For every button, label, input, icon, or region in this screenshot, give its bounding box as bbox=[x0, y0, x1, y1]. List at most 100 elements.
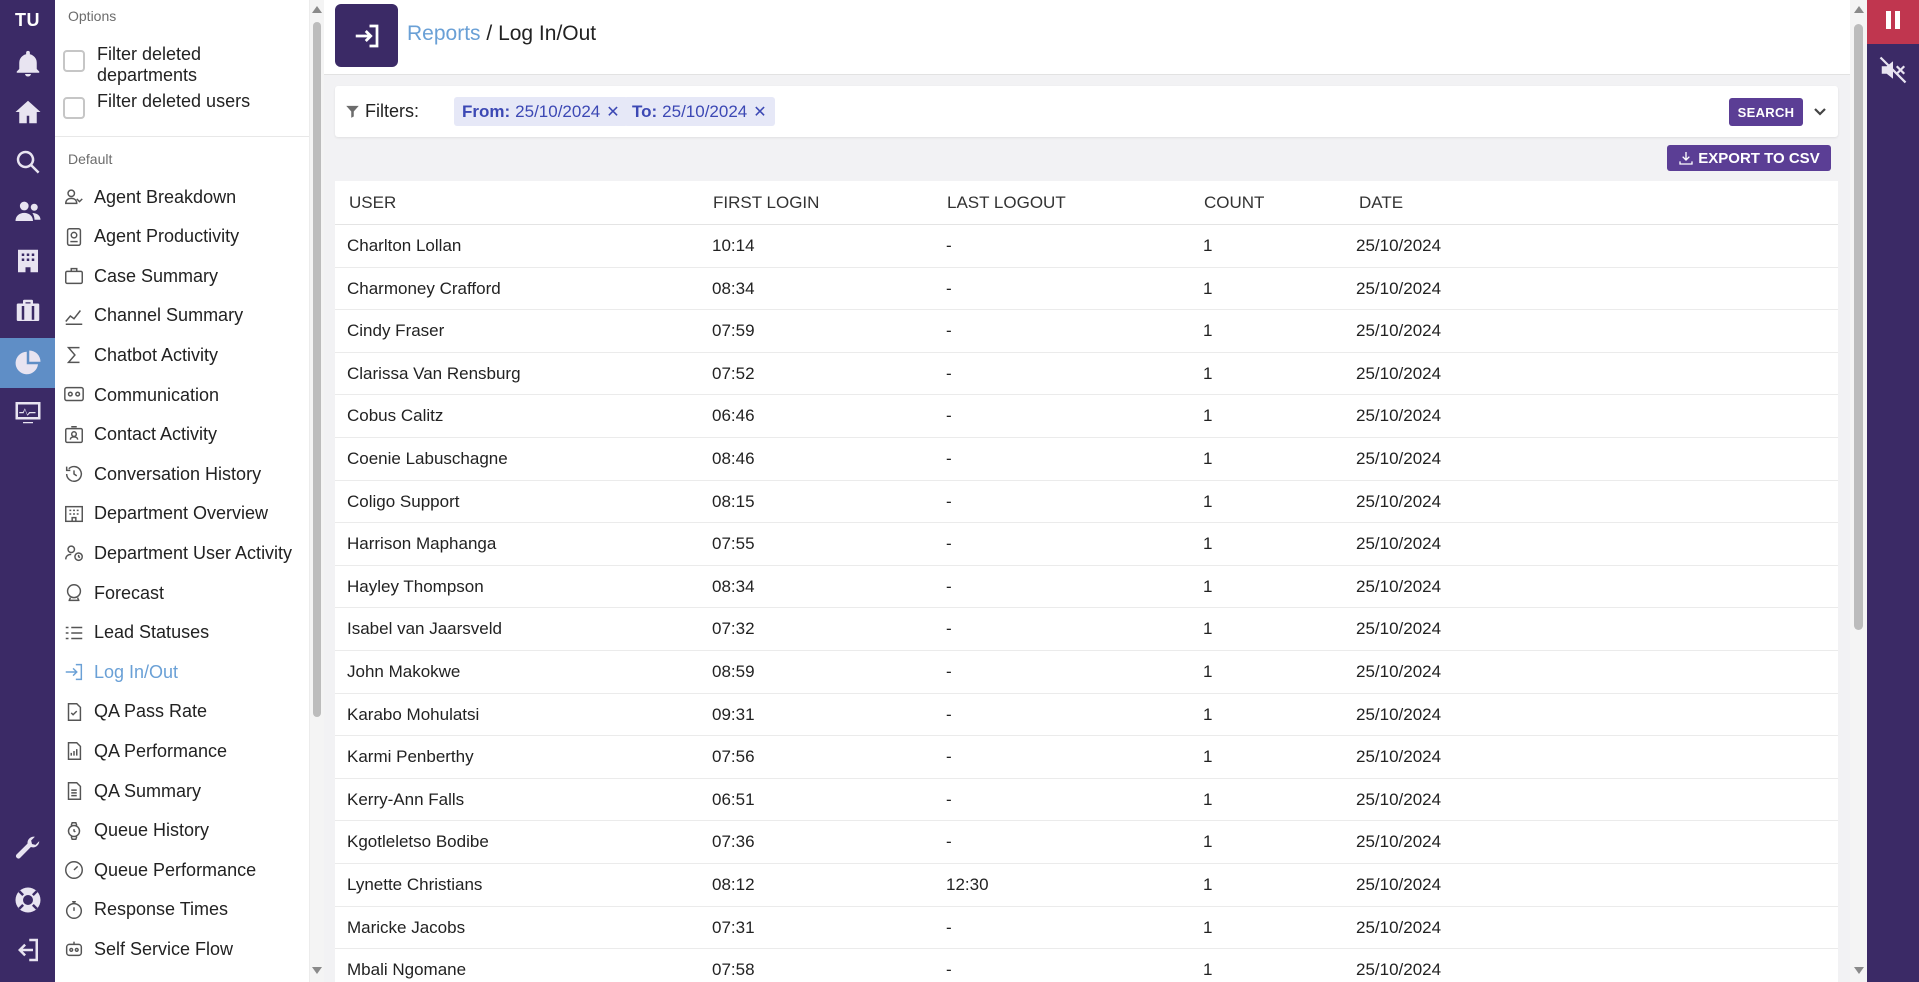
column-header-last-logout[interactable]: LAST LOGOUT bbox=[947, 193, 1066, 213]
scroll-down-arrow[interactable] bbox=[312, 967, 322, 974]
sidebar-item-qa-pass-rate[interactable]: QA Pass Rate bbox=[63, 694, 303, 730]
sidebar-item-self-service-flow[interactable]: Self Service Flow bbox=[63, 931, 303, 967]
column-header-date[interactable]: DATE bbox=[1359, 193, 1403, 213]
cell-first-login: 07:58 bbox=[712, 960, 755, 980]
filter-chip-to[interactable]: To: 25/10/2024 ✕ bbox=[624, 97, 775, 126]
sidebar-item-label: Agent Breakdown bbox=[94, 186, 237, 207]
sidebar-item-case-summary[interactable]: Case Summary bbox=[63, 258, 303, 294]
checkbox-box[interactable] bbox=[63, 50, 85, 72]
table-row[interactable]: Hayley Thompson 08:34 - 1 25/10/2024 bbox=[335, 566, 1838, 609]
filter-chip-from[interactable]: From: 25/10/2024 ✕ bbox=[454, 97, 628, 126]
sidebar-item-queue-history[interactable]: Queue History bbox=[63, 813, 303, 849]
reports-button[interactable] bbox=[0, 338, 55, 388]
breadcrumb-reports-link[interactable]: Reports bbox=[407, 22, 481, 45]
column-header-count[interactable]: COUNT bbox=[1204, 193, 1264, 213]
sidebar-item-contact-activity[interactable]: Contact Activity bbox=[63, 417, 303, 453]
sidebar-item-communication[interactable]: Communication bbox=[63, 377, 303, 413]
scroll-down-arrow[interactable] bbox=[1854, 967, 1864, 974]
scroll-thumb[interactable] bbox=[313, 22, 321, 717]
sidebar-item-qa-performance[interactable]: QA Performance bbox=[63, 733, 303, 769]
user-clock-icon bbox=[65, 545, 83, 562]
search-button[interactable]: SEARCH bbox=[1729, 98, 1803, 126]
cases-button[interactable] bbox=[0, 287, 55, 335]
table-row[interactable]: Kgotleletso Bodibe 07:36 - 1 25/10/2024 bbox=[335, 821, 1838, 864]
logout-button[interactable] bbox=[0, 926, 55, 974]
column-header-user[interactable]: USER bbox=[349, 193, 396, 213]
cell-first-login: 08:59 bbox=[712, 662, 755, 681]
filter-deleted-users-checkbox[interactable]: Filter deleted users bbox=[63, 91, 297, 119]
filter-deleted-departments-checkbox[interactable]: Filter deleted departments bbox=[63, 44, 297, 86]
table-row[interactable]: Kerry-Ann Falls 06:51 - 1 25/10/2024 bbox=[335, 779, 1838, 822]
cell-first-login: 07:32 bbox=[712, 619, 755, 639]
sidebar-item-channel-summary[interactable]: Channel Summary bbox=[63, 298, 303, 334]
cell-last-logout: - bbox=[946, 662, 952, 681]
settings-button[interactable] bbox=[0, 824, 55, 872]
sidebar-item-department-overview[interactable]: Department Overview bbox=[63, 496, 303, 532]
cell-first-login: 08:34 bbox=[712, 576, 755, 596]
sidebar-item-lead-statuses[interactable]: Lead Statuses bbox=[63, 615, 303, 651]
sidebar-item-agent-productivity[interactable]: Agent Productivity bbox=[63, 219, 303, 255]
close-icon[interactable]: ✕ bbox=[753, 102, 766, 122]
mute-button[interactable] bbox=[1867, 48, 1919, 92]
sidebar-item-label: Channel Summary bbox=[94, 305, 244, 326]
doc-list-icon bbox=[67, 782, 82, 800]
cell-date: 25/10/2024 bbox=[1356, 747, 1442, 767]
table-row[interactable]: Cindy Fraser 07:59 - 1 25/10/2024 bbox=[335, 310, 1838, 353]
table-row[interactable]: Charmoney Crafford 08:34 - 1 25/10/2024 bbox=[335, 268, 1838, 311]
sidebar-item-queue-performance[interactable]: Queue Performance bbox=[63, 852, 303, 888]
doc-check-icon bbox=[67, 702, 82, 721]
notifications-button[interactable] bbox=[0, 40, 55, 88]
sidebar-item-chatbot-activity[interactable]: Chatbot Activity bbox=[63, 337, 303, 373]
cell-date: 25/10/2024 bbox=[1356, 236, 1442, 255]
cell-first-login: 08:46 bbox=[712, 449, 755, 468]
users-button[interactable] bbox=[0, 187, 55, 235]
table-row[interactable]: Charlton Lollan 10:14 - 1 25/10/2024 bbox=[335, 225, 1838, 268]
scroll-up-arrow[interactable] bbox=[312, 6, 322, 13]
sidebar-scrollbar[interactable] bbox=[310, 0, 324, 982]
wallboard-button[interactable] bbox=[0, 388, 55, 436]
sidebar-item-label: QA Summary bbox=[94, 780, 202, 801]
sidebar-item-log-in-out[interactable]: Log In/Out bbox=[63, 654, 303, 690]
sidebar-item-forecast[interactable]: Forecast bbox=[63, 575, 303, 611]
cell-date: 25/10/2024 bbox=[1356, 619, 1442, 639]
table-row[interactable]: Karabo Mohulatsi 09:31 - 1 25/10/2024 bbox=[335, 694, 1838, 737]
table-row[interactable]: Maricke Jacobs 07:31 - 1 25/10/2024 bbox=[335, 907, 1838, 950]
table-row[interactable]: Clarissa Van Rensburg 07:52 - 1 25/10/2024 bbox=[335, 353, 1838, 396]
export-csv-button[interactable]: EXPORT TO CSV bbox=[1667, 145, 1831, 171]
departments-button[interactable] bbox=[0, 237, 55, 285]
table-row[interactable]: Mbali Ngomane 07:58 - 1 25/10/2024 bbox=[335, 949, 1838, 982]
table-row[interactable]: Cobus Calitz 06:46 - 1 25/10/2024 bbox=[335, 395, 1838, 438]
search-button[interactable] bbox=[0, 138, 55, 186]
watch-icon bbox=[67, 821, 81, 840]
close-icon[interactable]: ✕ bbox=[606, 102, 619, 122]
table-row[interactable]: John Makokwe 08:59 - 1 25/10/2024 bbox=[335, 651, 1838, 694]
column-header-first-login[interactable]: FIRST LOGIN bbox=[713, 193, 819, 213]
cell-count: 1 bbox=[1203, 278, 1213, 298]
checkbox-label: Filter deleted users bbox=[97, 91, 251, 111]
table-row[interactable]: Coligo Support 08:15 - 1 25/10/2024 bbox=[335, 481, 1838, 524]
cell-count: 1 bbox=[1203, 236, 1213, 255]
cell-last-logout: - bbox=[946, 321, 952, 341]
cell-count: 1 bbox=[1203, 875, 1213, 894]
brand-initials[interactable]: TU bbox=[0, 0, 55, 40]
scroll-up-arrow[interactable] bbox=[1854, 6, 1864, 13]
cell-first-login: 06:46 bbox=[712, 406, 755, 426]
cell-date: 25/10/2024 bbox=[1356, 917, 1442, 937]
sidebar-item-response-times[interactable]: Response Times bbox=[63, 892, 303, 928]
checkbox-box[interactable] bbox=[63, 97, 85, 119]
table-row[interactable]: Coenie Labuschagne 08:46 - 1 25/10/2024 bbox=[335, 438, 1838, 481]
sidebar-item-department-user-activity[interactable]: Department User Activity bbox=[63, 535, 303, 571]
sidebar-item-agent-breakdown[interactable]: Agent Breakdown bbox=[63, 179, 303, 215]
scroll-thumb[interactable] bbox=[1854, 24, 1863, 630]
main-scrollbar[interactable] bbox=[1850, 0, 1867, 982]
table-row[interactable]: Karmi Penberthy 07:56 - 1 25/10/2024 bbox=[335, 736, 1838, 779]
table-row[interactable]: Lynette Christians 08:12 12:30 1 25/10/2024 bbox=[335, 864, 1838, 907]
home-button[interactable] bbox=[0, 88, 55, 136]
pause-button[interactable] bbox=[1867, 0, 1919, 44]
sidebar-item-qa-summary[interactable]: QA Summary bbox=[63, 773, 303, 809]
sidebar-item-conversation-history[interactable]: Conversation History bbox=[63, 456, 303, 492]
expand-filters-button[interactable] bbox=[1812, 103, 1828, 119]
help-button[interactable] bbox=[0, 876, 55, 924]
table-row[interactable]: Harrison Maphanga 07:55 - 1 25/10/2024 bbox=[335, 523, 1838, 566]
table-row[interactable]: Isabel van Jaarsveld 07:32 - 1 25/10/2024 bbox=[335, 608, 1838, 651]
